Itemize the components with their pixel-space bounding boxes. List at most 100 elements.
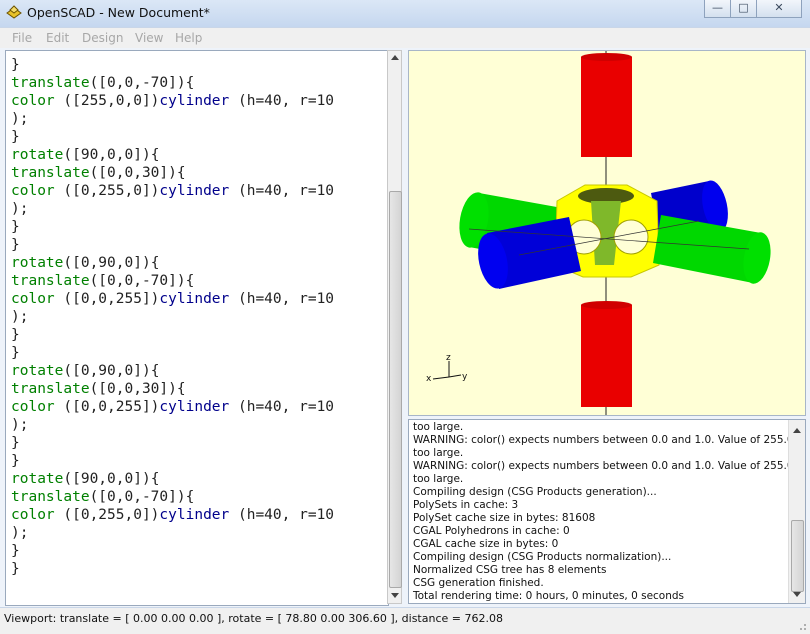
viewport-status: Viewport: translate = [ 0.00 0.00 0.00 ]… xyxy=(4,612,503,625)
code-token: (h=40, r=10 xyxy=(229,183,335,199)
code-token: cylinder xyxy=(159,399,230,415)
green-cylinder-right xyxy=(653,215,771,284)
code-line: ); xyxy=(11,416,28,434)
resize-grip-icon[interactable] xyxy=(797,621,807,631)
console-line: WARNING: color() expects numbers between… xyxy=(413,434,806,446)
code-line: rotate([90,0,0]){ xyxy=(11,470,159,488)
red-cylinder-bottom xyxy=(581,301,632,407)
code-line: } xyxy=(11,128,20,146)
code-token: ); xyxy=(11,525,29,541)
menu-design[interactable]: Design xyxy=(82,31,123,45)
code-token: rotate xyxy=(11,147,64,163)
console-line: Normalized CSG tree has 8 elements xyxy=(413,564,607,576)
code-line: } xyxy=(11,434,20,452)
code-token: (h=40, r=10 xyxy=(229,291,335,307)
console-line: too large. xyxy=(413,473,464,485)
code-line: rotate([0,90,0]){ xyxy=(11,254,159,272)
code-line: } xyxy=(11,326,20,344)
code-token: ([90,0,0]){ xyxy=(63,147,160,163)
axes-gizmo: z x y xyxy=(426,353,468,384)
code-token: ([0,90,0]){ xyxy=(63,363,160,379)
code-line: color ([255,0,0])cylinder (h=40, r=10 xyxy=(11,92,334,110)
code-token: } xyxy=(11,327,20,343)
maximize-button[interactable]: □ xyxy=(730,0,757,18)
code-line: } xyxy=(11,236,20,254)
render-canvas[interactable]: z x y xyxy=(409,51,805,415)
editor-scroll-thumb[interactable] xyxy=(389,191,402,588)
code-token: ([0,255,0]) xyxy=(54,183,160,199)
console-line: WARNING: color() expects numbers between… xyxy=(413,460,806,472)
menu-help[interactable]: Help xyxy=(175,31,202,45)
minimize-button[interactable]: — xyxy=(704,0,731,18)
code-line: color ([0,255,0])cylinder (h=40, r=10 xyxy=(11,506,334,524)
scroll-down-arrow-icon[interactable] xyxy=(391,593,399,598)
close-button[interactable]: ✕ xyxy=(756,0,802,18)
code-line: color ([0,0,255])cylinder (h=40, r=10 xyxy=(11,290,334,308)
code-line: translate([0,0,-70]){ xyxy=(11,272,194,290)
status-bar: Viewport: translate = [ 0.00 0.00 0.00 ]… xyxy=(0,607,810,634)
code-token: translate xyxy=(11,165,90,181)
code-token: ); xyxy=(11,309,29,325)
code-token: ([255,0,0]) xyxy=(54,93,160,109)
title-bar: OpenSCAD - New Document* — □ ✕ xyxy=(0,0,810,27)
code-token: cylinder xyxy=(159,93,230,109)
code-line: } xyxy=(11,218,20,236)
code-token: color xyxy=(11,183,55,199)
console-line: CGAL cache size in bytes: 0 xyxy=(413,538,559,550)
console-line: PolySets in cache: 3 xyxy=(413,499,519,511)
editor-scrollbar[interactable] xyxy=(387,50,402,604)
code-token: } xyxy=(11,57,20,73)
code-token: (h=40, r=10 xyxy=(229,507,335,523)
code-token: ([0,0,-70]){ xyxy=(89,489,195,505)
code-token: ([0,90,0]){ xyxy=(63,255,160,271)
axis-label-x: x xyxy=(426,374,432,384)
code-token: color xyxy=(11,507,55,523)
code-line: ); xyxy=(11,110,28,128)
code-token: rotate xyxy=(11,471,64,487)
console-scrollbar[interactable] xyxy=(788,420,805,603)
3d-viewport[interactable]: z x y xyxy=(408,50,806,416)
menu-file[interactable]: File xyxy=(12,31,32,45)
code-line: } xyxy=(11,452,20,470)
code-token: (h=40, r=10 xyxy=(229,93,335,109)
code-token: } xyxy=(11,561,20,577)
code-token: cylinder xyxy=(159,291,230,307)
code-line: ); xyxy=(11,200,28,218)
code-token: } xyxy=(11,345,20,361)
console-line: Compiling design (CSG Products normaliza… xyxy=(413,551,672,563)
code-line: translate([0,0,30]){ xyxy=(11,164,186,182)
code-token: color xyxy=(11,399,55,415)
console-line: PolySet cache size in bytes: 81608 xyxy=(413,512,596,524)
code-token: translate xyxy=(11,273,90,289)
code-line: ); xyxy=(11,308,28,326)
code-line: } xyxy=(11,542,20,560)
red-cylinder-top xyxy=(581,53,632,157)
code-line: translate([0,0,-70]){ xyxy=(11,74,194,92)
code-token: rotate xyxy=(11,255,64,271)
menu-view[interactable]: View xyxy=(135,31,163,45)
code-token: rotate xyxy=(11,363,64,379)
code-line: } xyxy=(11,56,20,74)
openscad-logo-icon xyxy=(6,5,22,19)
menu-edit[interactable]: Edit xyxy=(46,31,69,45)
minimize-icon: — xyxy=(712,1,723,14)
maximize-icon: □ xyxy=(738,1,749,14)
code-line: color ([0,255,0])cylinder (h=40, r=10 xyxy=(11,182,334,200)
console-scroll-down-icon[interactable] xyxy=(793,592,801,597)
code-token: color xyxy=(11,291,55,307)
code-token: color xyxy=(11,93,55,109)
code-token: translate xyxy=(11,75,90,91)
console-line: too large. xyxy=(413,447,464,459)
console-scroll-up-icon[interactable] xyxy=(793,428,801,433)
code-line: rotate([0,90,0]){ xyxy=(11,362,159,380)
code-editor[interactable]: } translate([0,0,-70]){color ([255,0,0])c… xyxy=(5,50,389,606)
code-token: (h=40, r=10 xyxy=(229,399,335,415)
code-token: } xyxy=(11,435,20,451)
code-line: translate([0,0,-70]){ xyxy=(11,488,194,506)
scroll-up-arrow-icon[interactable] xyxy=(391,55,399,60)
code-token: translate xyxy=(11,381,90,397)
console-scroll-thumb[interactable] xyxy=(791,520,804,592)
code-token: ([0,0,-70]){ xyxy=(89,75,195,91)
console-panel[interactable]: too large. WARNING: color() expects numbe… xyxy=(408,419,806,604)
window-title: OpenSCAD - New Document* xyxy=(27,5,210,20)
